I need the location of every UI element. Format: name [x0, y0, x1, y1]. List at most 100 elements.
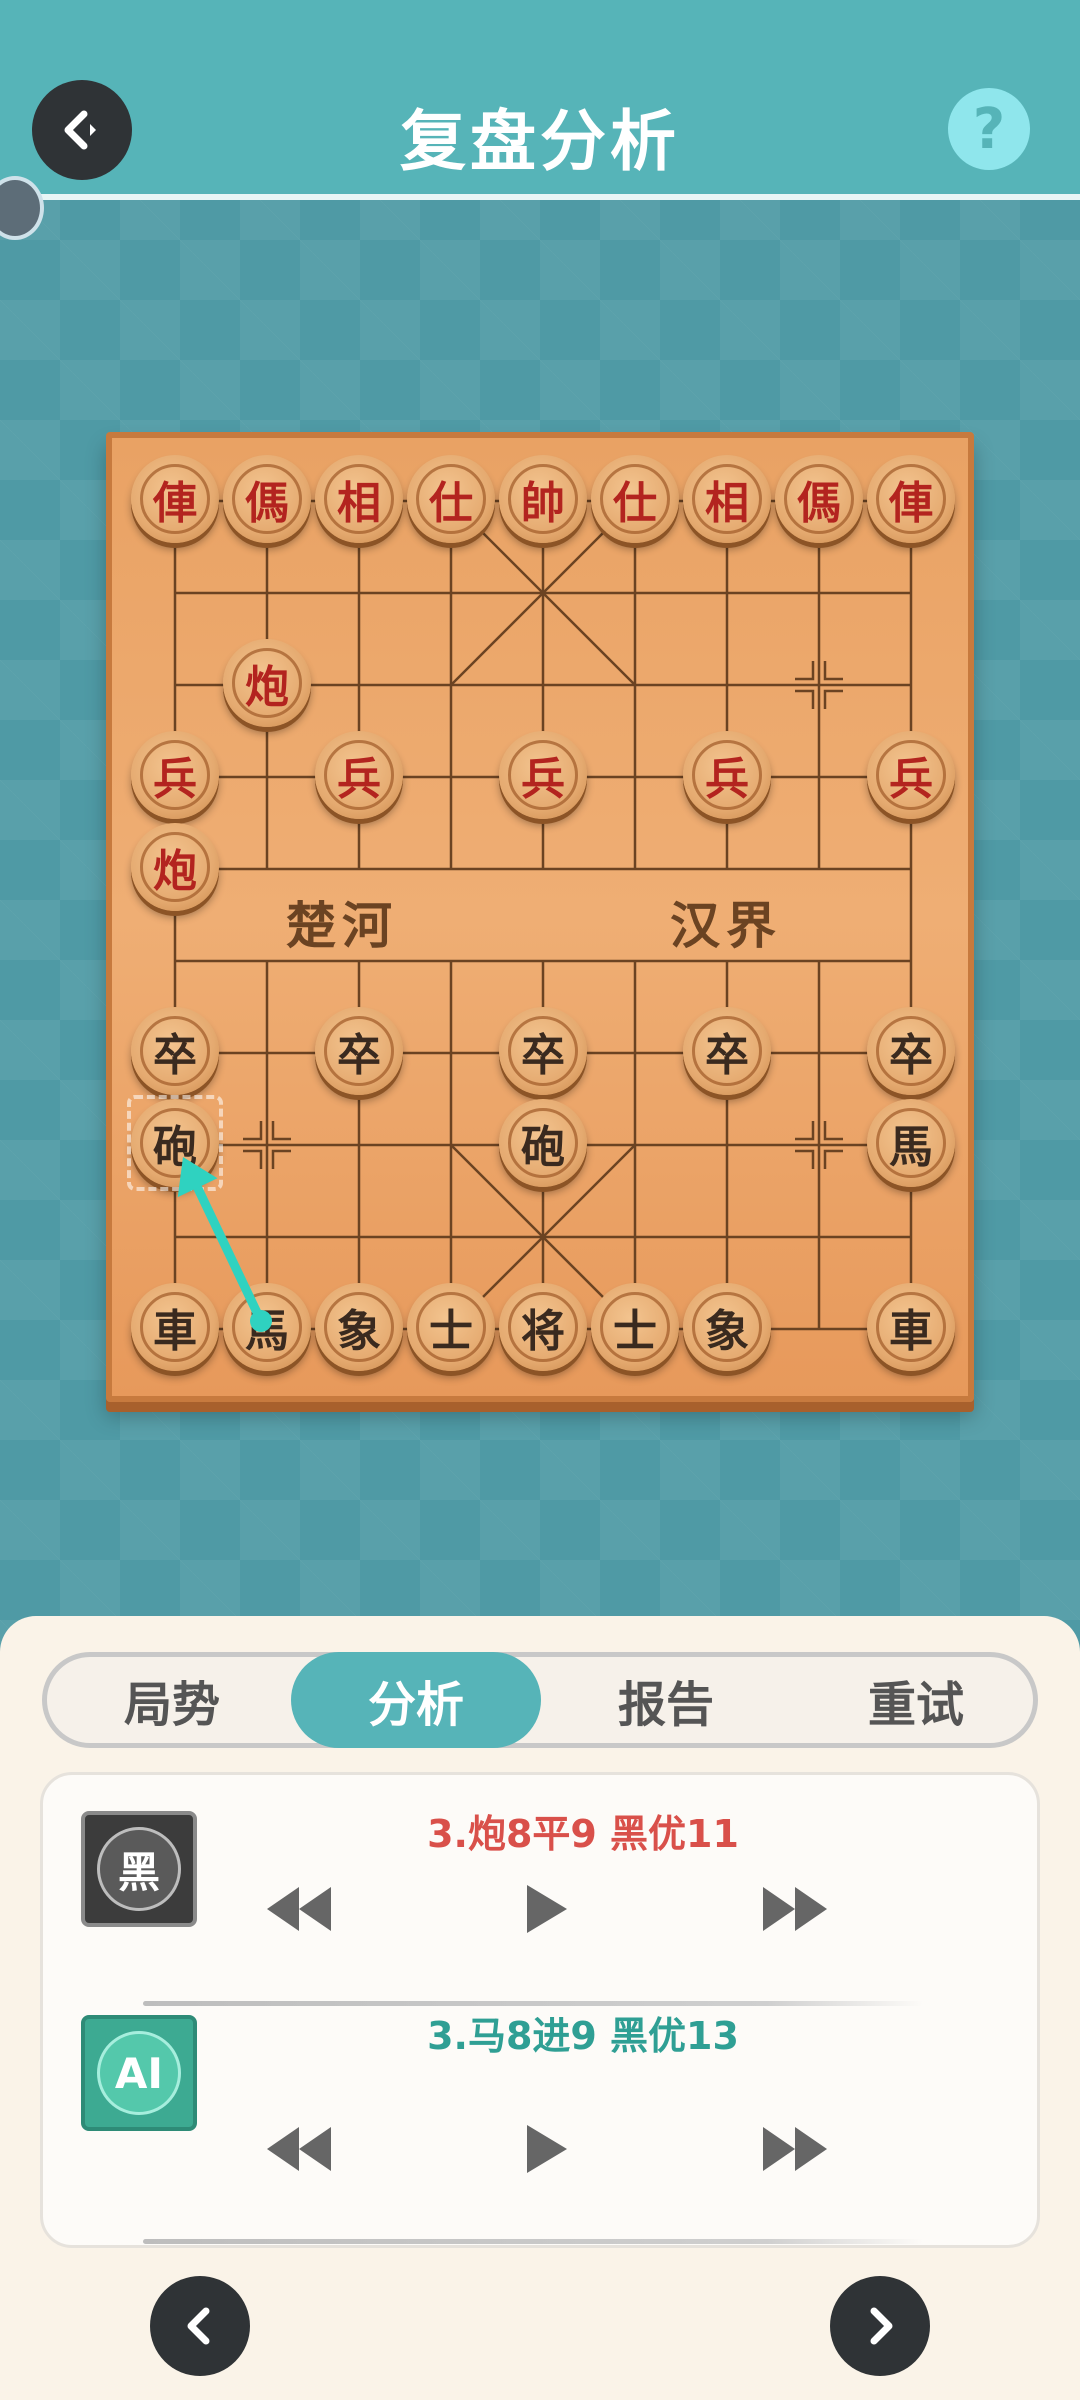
previous-move-button[interactable] — [150, 2276, 250, 2376]
chess-piece-label: 兵 — [153, 754, 197, 805]
chess-piece[interactable]: 将 — [499, 1283, 587, 1371]
chess-board[interactable]: 楚河 汉界 俥傌相仕帥仕相傌俥炮兵兵兵兵兵炮卒卒卒卒卒砲砲馬車馬象士将士象車 — [106, 432, 974, 1402]
play-icon[interactable] — [503, 1879, 583, 1939]
chess-piece-label: 相 — [705, 478, 749, 529]
chess-piece-label: 仕 — [613, 478, 657, 529]
chess-piece-label: 卒 — [337, 1030, 381, 1081]
tab-situation[interactable]: 局势 — [47, 1652, 297, 1748]
player-avatar: 黑 — [81, 1811, 197, 1927]
river-label-right: 汉界 — [670, 896, 782, 955]
player-avatar-label: 黑 — [97, 1827, 181, 1911]
chess-piece-label: 仕 — [429, 478, 473, 529]
chess-piece[interactable]: 傌 — [223, 455, 311, 543]
chess-piece-label: 象 — [705, 1306, 749, 1357]
rewind-icon[interactable] — [259, 1879, 339, 1939]
chess-piece[interactable]: 卒 — [315, 1007, 403, 1095]
point-marker — [795, 689, 815, 709]
chess-piece[interactable]: 卒 — [499, 1007, 587, 1095]
chess-piece[interactable]: 卒 — [683, 1007, 771, 1095]
play-icon[interactable] — [503, 2119, 583, 2179]
point-marker — [823, 1121, 843, 1141]
chess-piece[interactable]: 車 — [867, 1283, 955, 1371]
chess-piece[interactable]: 傌 — [775, 455, 863, 543]
chess-piece[interactable]: 卒 — [867, 1007, 955, 1095]
fast-forward-icon[interactable] — [755, 2119, 835, 2179]
tab-bar: 局势 分析 报告 重试 — [42, 1652, 1038, 1748]
page-title: 复盘分析 — [400, 103, 680, 180]
chess-piece-label: 馬 — [889, 1122, 933, 1173]
tab-report[interactable]: 报告 — [541, 1652, 791, 1748]
point-marker — [271, 1149, 291, 1169]
question-icon: ? — [972, 96, 1006, 162]
chess-piece[interactable]: 仕 — [591, 455, 679, 543]
chess-piece-label: 卒 — [153, 1030, 197, 1081]
chess-piece-label: 帥 — [521, 478, 565, 529]
next-move-button[interactable] — [830, 2276, 930, 2376]
player-move-text: 3.炮8平9 黑优11 — [427, 1812, 739, 1856]
chess-piece[interactable]: 炮 — [223, 639, 311, 727]
divider — [143, 2239, 923, 2244]
tab-retry[interactable]: 重试 — [791, 1652, 1041, 1748]
chess-piece-label: 卒 — [889, 1030, 933, 1081]
chess-piece-label: 傌 — [245, 478, 289, 529]
ai-move-row: AI 3.马8进9 黑优13 — [43, 2014, 1043, 2235]
chess-piece[interactable]: 帥 — [499, 455, 587, 543]
chess-piece[interactable]: 砲 — [499, 1099, 587, 1187]
chess-piece[interactable]: 兵 — [131, 731, 219, 819]
point-marker — [823, 1149, 843, 1169]
chess-piece[interactable]: 相 — [683, 455, 771, 543]
chess-piece[interactable]: 士 — [407, 1283, 495, 1371]
chess-piece[interactable]: 俥 — [131, 455, 219, 543]
chess-piece[interactable]: 車 — [131, 1283, 219, 1371]
river-label-left: 楚河 — [286, 896, 398, 955]
chess-piece-label: 車 — [153, 1306, 197, 1357]
ai-move-text: 3.马8进9 黑优13 — [427, 2014, 739, 2058]
chevron-left-icon — [187, 2307, 210, 2345]
chess-piece[interactable]: 兵 — [867, 731, 955, 819]
chess-piece-label: 炮 — [245, 662, 289, 713]
chess-piece-label: 兵 — [521, 754, 565, 805]
chess-piece[interactable]: 象 — [315, 1283, 403, 1371]
point-marker — [243, 1121, 263, 1141]
chess-piece[interactable]: 仕 — [407, 455, 495, 543]
chess-piece-label: 士 — [613, 1306, 657, 1357]
chess-piece[interactable]: 兵 — [499, 731, 587, 819]
chess-piece[interactable]: 炮 — [131, 823, 219, 911]
help-button[interactable]: ? — [948, 88, 1030, 170]
chess-piece[interactable]: 兵 — [683, 731, 771, 819]
chess-piece[interactable]: 馬 — [223, 1283, 311, 1371]
board-grid — [173, 499, 913, 1331]
chess-piece-label: 卒 — [521, 1030, 565, 1081]
chess-piece-label: 俥 — [889, 478, 933, 529]
chess-piece-label: 馬 — [245, 1306, 289, 1357]
chess-piece-label: 俥 — [153, 478, 197, 529]
chess-piece[interactable]: 馬 — [867, 1099, 955, 1187]
point-marker — [243, 1149, 263, 1169]
chess-piece[interactable]: 士 — [591, 1283, 679, 1371]
rewind-icon[interactable] — [259, 2119, 339, 2179]
chess-piece-label: 砲 — [521, 1122, 565, 1173]
analysis-panel: 局势 分析 报告 重试 黑 3.炮8平9 黑优11 AI 3.马8进9 黑优13 — [0, 1616, 1080, 2400]
chess-piece[interactable]: 兵 — [315, 731, 403, 819]
chess-piece-label: 兵 — [889, 754, 933, 805]
chess-piece-label: 兵 — [705, 754, 749, 805]
chess-piece-label: 士 — [429, 1306, 473, 1357]
chess-piece-label: 兵 — [337, 754, 381, 805]
point-marker — [823, 661, 843, 681]
header-bar: 复盘分析 ? — [0, 0, 1080, 200]
tab-analysis[interactable]: 分析 — [291, 1652, 541, 1748]
player-move-row: 黑 3.炮8平9 黑优11 — [43, 1775, 1043, 1995]
chess-piece-label: 炮 — [153, 846, 197, 897]
fast-forward-icon[interactable] — [755, 1879, 835, 1939]
analysis-card: 黑 3.炮8平9 黑优11 AI 3.马8进9 黑优13 — [40, 1772, 1040, 2248]
chess-piece[interactable]: 相 — [315, 455, 403, 543]
chess-piece[interactable]: 象 — [683, 1283, 771, 1371]
chess-piece[interactable]: 卒 — [131, 1007, 219, 1095]
chess-piece-label: 卒 — [705, 1030, 749, 1081]
ai-avatar-label: AI — [97, 2031, 181, 2115]
chess-piece[interactable]: 俥 — [867, 455, 955, 543]
chess-piece-label: 象 — [337, 1306, 381, 1357]
chess-piece-label: 傌 — [797, 478, 841, 529]
point-marker — [795, 661, 815, 681]
point-marker — [823, 689, 843, 709]
